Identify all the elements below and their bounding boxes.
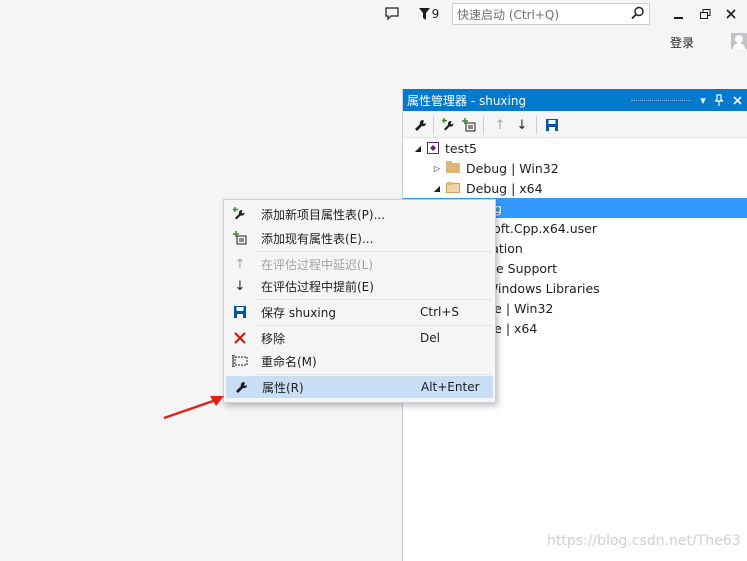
menu-item-save[interactable]: 保存 shuxing Ctrl+S	[226, 301, 493, 323]
properties-wrench-icon[interactable]	[411, 116, 429, 134]
minimize-icon	[674, 17, 683, 19]
title-grip	[631, 100, 691, 101]
menu-item-add-new-sheet[interactable]: 添加新项目属性表(P)...	[226, 203, 493, 225]
collapsed-triangle-icon[interactable]: ▷	[432, 164, 442, 173]
tree-item-debug-x64[interactable]: ◢ Debug | x64	[432, 178, 543, 198]
notifications-button[interactable]: 9	[416, 3, 442, 25]
add-existing-sheet-icon[interactable]	[460, 116, 478, 134]
annotation-arrow	[163, 396, 224, 420]
add-existing-icon	[232, 230, 248, 246]
arrow-up-icon: ↑	[234, 256, 246, 272]
project-icon	[427, 142, 439, 154]
tree-item-label: test5	[445, 140, 477, 156]
context-menu: 添加新项目属性表(P)... 添加现有属性表(E)... ↑ 在评估过程中延迟(…	[223, 199, 496, 403]
tree-item-project[interactable]: ◢ test5	[413, 138, 477, 158]
toolbar-separator	[483, 116, 484, 134]
quick-launch-placeholder: 快速启动 (Ctrl+Q)	[457, 7, 560, 22]
panel-title-bar[interactable]: 属性管理器 - shuxing ▾	[403, 89, 747, 111]
rename-icon	[232, 353, 248, 369]
expanded-triangle-icon[interactable]: ◢	[432, 184, 442, 193]
quick-launch-input[interactable]: 快速启动 (Ctrl+Q)	[452, 3, 650, 25]
tree-item-label: Debug | x64	[466, 180, 543, 196]
close-icon	[726, 9, 736, 19]
panel-title: 属性管理器 - shuxing	[407, 93, 527, 108]
menu-item-label: 添加现有属性表(E)...	[261, 231, 374, 246]
notification-count: 9	[431, 7, 440, 21]
search-icon[interactable]	[631, 6, 645, 23]
move-down-icon[interactable]: ↓	[513, 116, 531, 134]
menu-item-delay-evaluation[interactable]: ↑ 在评估过程中延迟(L)	[226, 253, 493, 275]
minimize-button[interactable]	[668, 4, 690, 24]
remove-icon	[232, 330, 248, 346]
menu-separator	[256, 325, 492, 326]
tree-item-label: Debug | Win32	[466, 160, 559, 176]
menu-item-label: 属性(R)	[262, 380, 304, 395]
toolbar-separator	[433, 116, 434, 134]
menu-separator	[256, 251, 492, 252]
menu-item-advance-evaluation[interactable]: ↓ 在评估过程中提前(E)	[226, 275, 493, 297]
tree-item-debug-win32[interactable]: ▷ Debug | Win32	[432, 158, 559, 178]
menu-item-label: 重命名(M)	[261, 354, 317, 369]
panel-toolbar: ↑ ↓	[403, 111, 747, 138]
filter-flag-icon	[418, 8, 430, 20]
open-folder-icon	[446, 182, 460, 193]
menu-item-label: 在评估过程中提前(E)	[261, 279, 374, 294]
toolbar-separator	[536, 116, 537, 134]
menu-item-label: 添加新项目属性表(P)...	[261, 207, 386, 222]
avatar[interactable]	[731, 33, 747, 49]
wrench-icon	[233, 379, 249, 395]
pin-icon[interactable]	[711, 92, 727, 108]
save-icon[interactable]	[543, 116, 561, 134]
restore-button[interactable]	[694, 4, 716, 24]
panel-close-icon[interactable]	[729, 92, 745, 108]
wrench-add-icon	[232, 206, 248, 222]
expanded-triangle-icon[interactable]: ◢	[413, 144, 423, 153]
menu-item-properties[interactable]: 属性(R) Alt+Enter	[226, 376, 493, 398]
save-icon	[232, 304, 248, 320]
menu-separator	[256, 374, 492, 375]
watermark: https://blog.csdn.net/The63	[547, 533, 741, 549]
arrow-down-icon: ↓	[234, 278, 246, 294]
move-up-icon[interactable]: ↑	[491, 116, 509, 134]
menu-item-rename[interactable]: 重命名(M)	[226, 350, 493, 372]
menu-separator	[256, 299, 492, 300]
menu-item-shortcut: Del	[420, 331, 440, 345]
restore-icon	[699, 8, 710, 19]
feedback-icon[interactable]	[383, 3, 401, 25]
login-link[interactable]: 登录	[670, 34, 694, 51]
menu-item-label: 保存 shuxing	[261, 305, 336, 320]
panel-dropdown-icon[interactable]: ▾	[695, 92, 711, 108]
menu-item-remove[interactable]: 移除 Del	[226, 327, 493, 349]
menu-item-shortcut: Alt+Enter	[421, 380, 480, 394]
menu-item-add-existing-sheet[interactable]: 添加现有属性表(E)...	[226, 227, 493, 249]
menu-item-label: 在评估过程中延迟(L)	[261, 257, 374, 272]
close-window-button[interactable]	[720, 4, 742, 24]
menu-item-label: 移除	[261, 331, 286, 346]
add-new-sheet-icon[interactable]	[440, 116, 458, 134]
menu-item-shortcut: Ctrl+S	[420, 305, 460, 319]
folder-icon	[446, 161, 460, 173]
